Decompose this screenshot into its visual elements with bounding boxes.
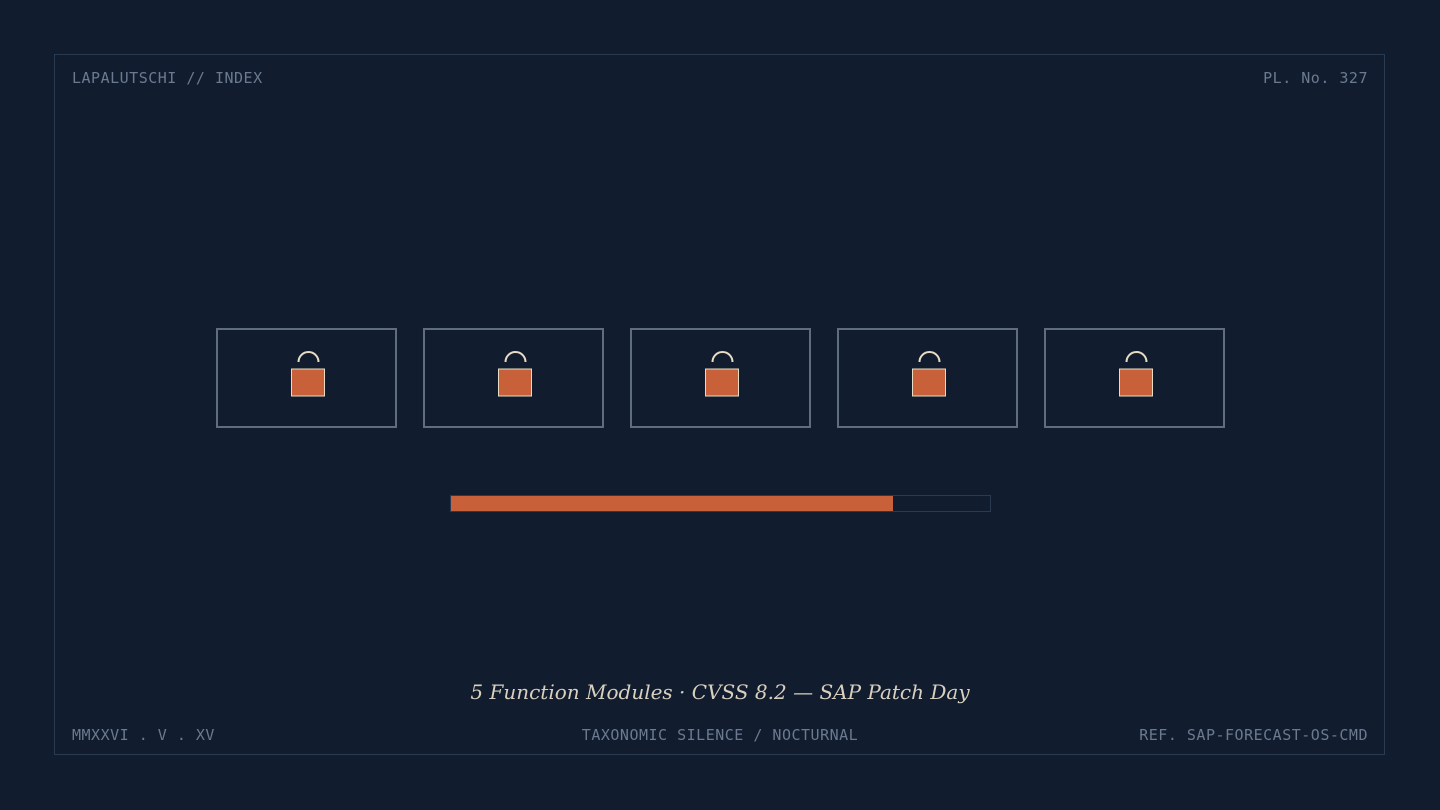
caption: 5 Function Modules · CVSS 8.2 — SAP Patc… <box>470 680 970 704</box>
function-module-3 <box>630 328 811 428</box>
progress-bar-fill <box>451 496 893 511</box>
plate-number-label: PL. No. 327 <box>1263 69 1368 87</box>
lock-icon <box>291 351 325 397</box>
header-index-label: LAPALUTSCHI // INDEX <box>72 69 263 87</box>
plate: LAPALUTSCHI // INDEX PL. No. 327 5 Funct… <box>0 0 1440 810</box>
lock-icon <box>1119 351 1153 397</box>
function-module-4 <box>837 328 1018 428</box>
lock-icon <box>912 351 946 397</box>
progress-bar <box>450 495 991 512</box>
function-module-1 <box>216 328 397 428</box>
lock-icon <box>705 351 739 397</box>
lock-icon <box>498 351 532 397</box>
reference-label: REF. SAP-FORECAST-OS-CMD <box>1139 726 1368 744</box>
function-module-2 <box>423 328 604 428</box>
function-module-5 <box>1044 328 1225 428</box>
